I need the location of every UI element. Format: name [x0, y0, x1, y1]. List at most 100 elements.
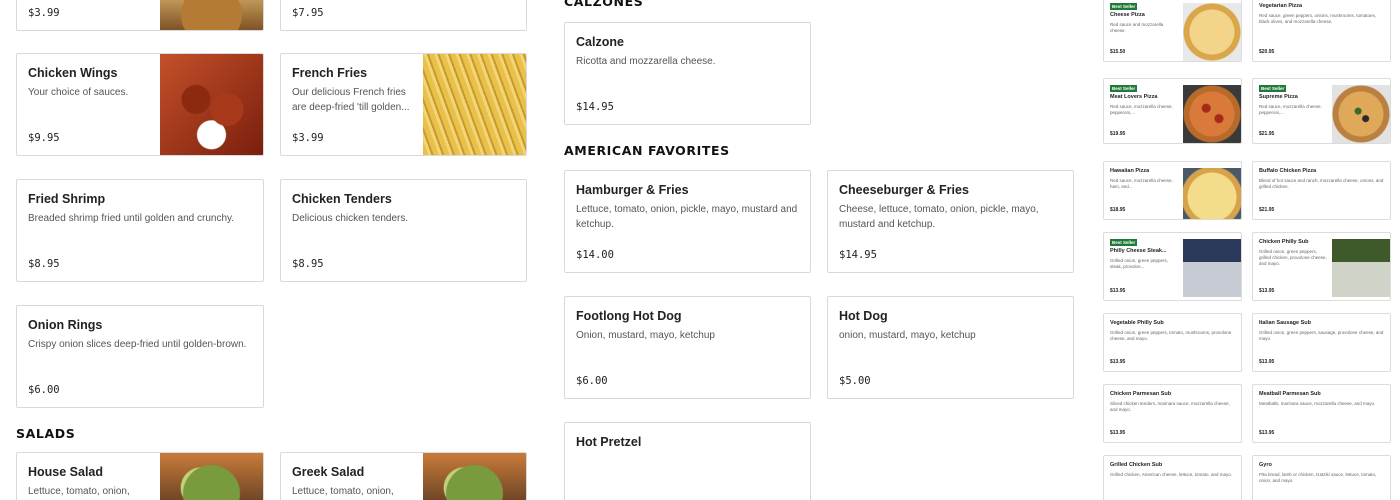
item-name: Hamburger & Fries [576, 183, 689, 197]
item-name: Hawaiian Pizza [1110, 168, 1150, 174]
item-name: Footlong Hot Dog [576, 309, 682, 323]
item-description: Grilled onion, green peppers, steak, pro… [1110, 258, 1169, 269]
menu-item-card[interactable]: Greek Salad Lettuce, tomato, onion, [280, 452, 527, 500]
menu-item-card[interactable]: Best Seller Supreme Pizza Red sauce, mozza… [1252, 78, 1391, 144]
menu-item-card[interactable]: Cheeseburger & Fries Cheese, lettuce, to… [827, 170, 1074, 273]
item-price: $13.95 [1110, 359, 1126, 365]
menu-item-card[interactable]: Hot Pretzel [564, 422, 811, 500]
item-name: Hot Pretzel [576, 435, 642, 449]
item-name: Greek Salad [292, 465, 365, 479]
item-description: Grilled onion, green peppers, sausage, p… [1259, 330, 1384, 341]
menu-item-card[interactable]: French Fries Our delicious French fries … [280, 53, 527, 156]
item-description: Your choice of sauces. [28, 87, 129, 98]
item-description: Grilled chicken, American cheese, lettuc… [1110, 472, 1233, 477]
menu-item-card[interactable]: Onion Rings Crispy onion slices deep-fri… [16, 305, 264, 408]
item-price: $8.95 [292, 258, 324, 270]
food-photo [1332, 239, 1390, 297]
item-description: Ricotta and mozzarella cheese. [576, 56, 716, 67]
best-seller-badge: Best Seller [1110, 239, 1138, 246]
item-description: Cheese, lettuce, tomato, onion, pickle, … [839, 204, 1039, 230]
item-price: $14.00 [576, 249, 614, 261]
menu-item-card[interactable]: Hamburger & Fries Lettuce, tomato, onion… [564, 170, 811, 273]
menu-item-card[interactable]: Vegetarian Pizza Red sauce, green peppers… [1252, 0, 1391, 62]
menu-item-card[interactable]: Chicken Parmesan Sub Sliced chicken tende… [1103, 384, 1242, 443]
item-description: Delicious chicken tenders. [292, 213, 409, 224]
food-photo [160, 54, 263, 155]
item-price: $14.95 [839, 249, 877, 261]
item-description: Sliced chicken tenders, marinara sauce, … [1110, 401, 1230, 412]
item-description: Crispy onion slices deep-fried until gol… [28, 339, 247, 350]
item-name: Hot Dog [839, 309, 888, 323]
item-price: $9.95 [28, 132, 60, 144]
item-price: $19.95 [1110, 131, 1126, 137]
item-price: $13.95 [1259, 359, 1275, 365]
menu-item-card[interactable]: Best Seller Philly Cheese Steak... Grilled… [1103, 232, 1242, 301]
item-name: Vegetarian Pizza [1259, 3, 1303, 9]
best-seller-badge: Best Seller [1110, 85, 1138, 92]
item-name: French Fries [292, 66, 368, 80]
item-price: $7.95 [292, 7, 324, 19]
menu-item-card[interactable]: Hawaiian Pizza Red sauce, mozzarella chee… [1103, 161, 1242, 220]
item-name: Vegetable Philly Sub [1110, 320, 1164, 326]
item-name: Meat Lovers Pizza [1110, 94, 1158, 100]
food-photo [1183, 3, 1241, 61]
menu-item-card[interactable]: Best Seller Cheese Pizza Red sauce and moz… [1103, 0, 1242, 62]
menu-item-card[interactable]: Vegetable Philly Sub Grilled onion, green… [1103, 313, 1242, 372]
menu-item-card[interactable]: Fried Shrimp Breaded shrimp fried until … [16, 179, 264, 282]
item-description: Red sauce, green peppers, onions, mushro… [1259, 13, 1377, 24]
item-description: Breaded shrimp fried until golden and cr… [28, 213, 235, 224]
section-title-salads: SALADS [16, 426, 76, 441]
food-photo [160, 453, 263, 500]
menu-item-card[interactable]: House Salad Lettuce, tomato, onion, [16, 452, 264, 500]
menu-item-card[interactable]: $3.99 [16, 0, 264, 31]
menu-item-card[interactable]: Chicken Tenders Delicious chicken tender… [280, 179, 527, 282]
food-photo [423, 453, 526, 500]
menu-item-card[interactable]: $7.95 [280, 0, 527, 31]
item-description: Grilled onion, green peppers, tomato, mu… [1110, 330, 1232, 341]
menu-item-card[interactable]: Hot Dog onion, mustard, mayo, ketchup $5… [827, 296, 1074, 399]
item-price: $6.00 [576, 375, 608, 387]
item-description: Lettuce, tomato, onion, pickle, mayo, mu… [576, 204, 798, 230]
item-description: Lettuce, tomato, onion, [28, 486, 130, 497]
item-name: Cheese Pizza [1110, 12, 1145, 18]
item-price: $13.95 [1110, 430, 1126, 436]
best-seller-badge: Best Seller [1110, 3, 1138, 10]
item-price: $6.00 [28, 384, 60, 396]
menu-item-card[interactable]: Footlong Hot Dog Onion, mustard, mayo, k… [564, 296, 811, 399]
item-price: $20.95 [1259, 49, 1275, 55]
item-price: $18.95 [1110, 207, 1126, 213]
item-name: Supreme Pizza [1259, 94, 1298, 100]
item-name: House Salad [28, 465, 104, 479]
menu-item-card[interactable]: Grilled Chicken Sub Grilled chicken, Amer… [1103, 455, 1242, 500]
menu-item-card[interactable]: Best Seller Meat Lovers Pizza Red sauce, m… [1103, 78, 1242, 144]
food-photo [160, 0, 263, 30]
section-title-american-favorites: AMERICAN FAVORITES [564, 143, 730, 158]
item-description: Our delicious French fries are deep-frie… [292, 87, 410, 113]
menu-item-card[interactable]: Chicken Philly Sub Grilled onion, green p… [1252, 232, 1391, 301]
food-photo [1183, 239, 1241, 297]
menu-item-card[interactable]: Calzone Ricotta and mozzarella cheese. $… [564, 22, 811, 125]
best-seller-badge: Best Seller [1259, 85, 1287, 92]
food-photo [1332, 85, 1390, 143]
item-name: Cheeseburger & Fries [839, 183, 969, 197]
menu-item-card[interactable]: Meatball Parmesan Sub Meatballs, marinara… [1252, 384, 1391, 443]
item-description: Red sauce and mozzarella cheese. [1110, 22, 1164, 33]
item-name: Onion Rings [28, 318, 103, 332]
food-photo [1183, 168, 1241, 219]
item-name: Italian Sausage Sub [1259, 320, 1311, 326]
item-name: Buffalo Chicken Pizza [1259, 168, 1317, 174]
menu-item-card[interactable]: Gyro Pita bread, lamb or chicken, tzatzik… [1252, 455, 1391, 500]
item-description: Onion, mustard, mayo, ketchup [576, 330, 715, 341]
item-description: Red sauce, mozzarella cheese, pepperoni,… [1110, 104, 1173, 115]
item-description: Grilled onion, green peppers, grilled ch… [1259, 249, 1327, 266]
item-price: $14.95 [576, 101, 614, 113]
menu-item-card[interactable]: Chicken Wings Your choice of sauces. $9.… [16, 53, 264, 156]
menu-item-card[interactable]: Buffalo Chicken Pizza Blend of hot sauce … [1252, 161, 1391, 220]
item-name: Meatball Parmesan Sub [1259, 391, 1321, 397]
item-price: $3.99 [28, 7, 60, 19]
menu-item-card[interactable]: Italian Sausage Sub Grilled onion, green … [1252, 313, 1391, 372]
item-price: $13.95 [1259, 288, 1275, 294]
item-description: Pita bread, lamb or chicken, tzatziki sa… [1259, 472, 1377, 483]
item-name: Grilled Chicken Sub [1110, 462, 1163, 468]
food-photo [423, 54, 526, 155]
